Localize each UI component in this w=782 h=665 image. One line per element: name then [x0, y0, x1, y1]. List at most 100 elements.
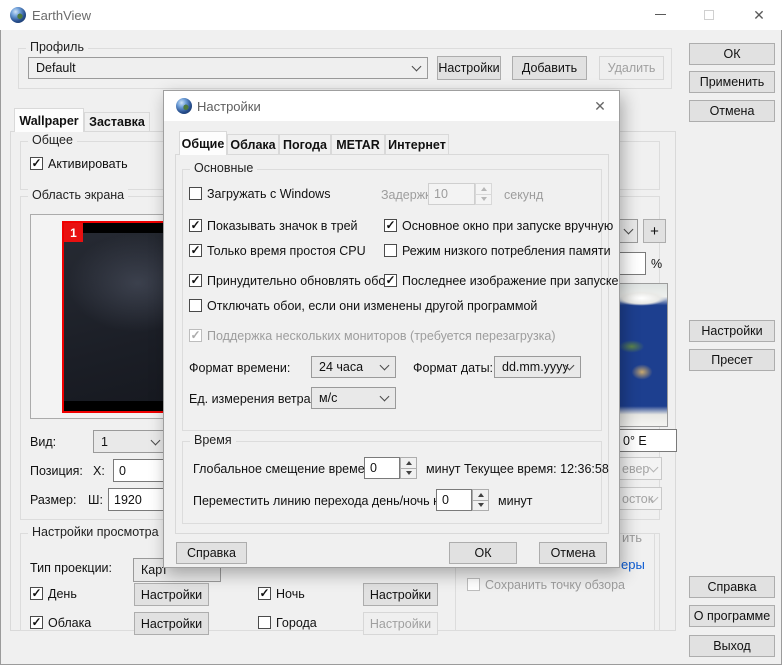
day-checkbox[interactable]: [30, 586, 43, 600]
profile-add-button[interactable]: Добавить: [512, 56, 587, 80]
dialog-cancel-button[interactable]: Отмена: [539, 542, 607, 564]
terminator-offset-value: 0: [436, 489, 472, 511]
tab-screensaver[interactable]: Заставка: [84, 112, 150, 131]
main-window-manual-label: Основное окно при запуске вручную: [402, 219, 614, 233]
main-window-manual-checkbox[interactable]: [384, 218, 397, 232]
profile-settings-button[interactable]: Настройки: [437, 56, 501, 80]
date-format-value: dd.mm.yyyy: [502, 360, 569, 374]
width-label: Ш:: [88, 493, 103, 507]
wind-unit-label: Ед. измерения ветра:: [189, 392, 315, 406]
chevron-down-icon: [648, 462, 659, 472]
coordinate-input[interactable]: 0° E: [620, 429, 677, 452]
multimonitor-label: Поддержка нескольких мониторов (требуетс…: [207, 329, 556, 343]
clouds-checkbox[interactable]: [30, 615, 43, 629]
cities-settings-button[interactable]: Настройки: [363, 612, 438, 635]
night-settings-button[interactable]: Настройки: [363, 583, 438, 606]
chevron-down-icon: [411, 61, 422, 72]
spin-down-icon[interactable]: [475, 194, 492, 205]
load-windows-label: Загружать с Windows: [207, 187, 331, 201]
save-viewpoint-checkbox[interactable]: [467, 578, 480, 591]
last-image-label: Последнее изображение при запуске: [402, 274, 619, 288]
settings-button[interactable]: Настройки: [689, 320, 775, 342]
spin-up-icon[interactable]: [475, 183, 492, 195]
time-format-combobox[interactable]: 24 часа: [311, 356, 396, 378]
cancel-button[interactable]: Отмена: [689, 100, 775, 122]
percent-label: %: [651, 257, 663, 271]
profile-value: Default: [36, 61, 76, 75]
spin-down-icon[interactable]: [472, 500, 489, 511]
time-format-label: Формат времени:: [189, 361, 291, 375]
view-value: 1: [101, 434, 108, 449]
general-group-label: Общее: [28, 134, 77, 147]
delay-value: 10: [428, 183, 475, 205]
dialog-tab-clouds[interactable]: Облака: [227, 134, 279, 154]
night-checkbox[interactable]: [258, 586, 271, 600]
screen-area-group-label: Область экрана: [28, 189, 129, 202]
disable-changed-checkbox[interactable]: [189, 299, 202, 312]
dialog-time-group: [182, 441, 602, 524]
delay-spinner[interactable]: 10: [428, 183, 492, 205]
disable-changed-label: Отключать обои, если они изменены другой…: [207, 299, 538, 313]
minimize-icon[interactable]: [655, 14, 666, 15]
map-thumbnail[interactable]: [614, 283, 668, 427]
date-format-combobox[interactable]: dd.mm.yyyy: [494, 356, 581, 378]
dialog-tab-metar[interactable]: METAR: [331, 134, 385, 154]
tray-label: Показывать значок в трей: [207, 219, 358, 233]
terminator-offset-spinner[interactable]: 0: [436, 489, 489, 511]
time-offset-spinner[interactable]: 0: [364, 457, 417, 479]
load-windows-checkbox[interactable]: [189, 187, 202, 200]
dialog-tab-general[interactable]: Общие: [179, 131, 227, 155]
preset-button[interactable]: Пресет: [689, 349, 775, 371]
ok-button[interactable]: ОК: [689, 43, 775, 65]
link-fragment[interactable]: еры: [621, 558, 645, 572]
view-settings-group-label: Настройки просмотра: [28, 526, 163, 539]
tab-wallpaper[interactable]: Wallpaper: [14, 108, 84, 132]
exit-button[interactable]: Выход: [689, 635, 775, 657]
spin-up-icon[interactable]: [472, 489, 489, 501]
dialog-tab-weather[interactable]: Погода: [279, 134, 331, 154]
cpu-idle-checkbox[interactable]: [189, 243, 202, 257]
profile-combobox[interactable]: Default: [28, 57, 428, 79]
spin-down-icon[interactable]: [400, 468, 417, 479]
settings-dialog: Настройки ✕ Общие Облака Погода METAR Ин…: [163, 90, 620, 568]
dialog-ok-button[interactable]: ОК: [449, 542, 517, 564]
percent-input-fragment[interactable]: [620, 252, 646, 275]
position-label: Позиция:: [30, 464, 83, 478]
dialog-tab-internet[interactable]: Интернет: [385, 134, 449, 154]
add-view-button[interactable]: +: [643, 219, 666, 243]
clouds-settings-button[interactable]: Настройки: [134, 612, 209, 635]
east-combobox-fragment[interactable]: осток: [620, 487, 662, 510]
profile-group-label: Профиль: [26, 41, 88, 54]
apply-button[interactable]: Применить: [689, 71, 775, 93]
low-memory-checkbox[interactable]: [384, 244, 397, 257]
time-offset-label: Глобальное смещение времени:: [193, 462, 383, 476]
north-combobox-fragment[interactable]: евер: [620, 457, 662, 480]
wind-unit-combobox[interactable]: м/с: [311, 387, 396, 409]
spin-up-icon[interactable]: [400, 457, 417, 469]
force-update-checkbox[interactable]: [189, 273, 202, 287]
dialog-title: Настройки: [197, 99, 261, 114]
tray-checkbox[interactable]: [189, 218, 202, 232]
profile-remove-button[interactable]: Удалить: [599, 56, 664, 80]
dialog-globe-icon: [176, 98, 192, 114]
close-icon[interactable]: ✕: [751, 6, 767, 24]
view-combobox[interactable]: 1: [93, 430, 167, 453]
dialog-help-button[interactable]: Справка: [176, 542, 247, 564]
chevron-down-icon: [379, 391, 390, 402]
dialog-close-icon[interactable]: ✕: [585, 97, 615, 115]
app-window: EarthView ✕ Профиль Default Настройки До…: [0, 0, 782, 665]
multimonitor-checkbox[interactable]: [189, 328, 202, 342]
last-image-checkbox[interactable]: [384, 273, 397, 287]
cities-checkbox[interactable]: [258, 616, 271, 629]
help-button[interactable]: Справка: [689, 576, 775, 598]
current-time-label: Текущее время: 12:36:58: [464, 462, 609, 476]
night-label: Ночь: [276, 587, 305, 601]
dialog-time-group-label: Время: [190, 434, 236, 447]
day-settings-button[interactable]: Настройки: [134, 583, 209, 606]
terminator-offset-label: Переместить линию перехода день/ночь на:: [193, 494, 451, 508]
maximize-icon[interactable]: [704, 10, 714, 20]
about-button[interactable]: О программе: [689, 605, 775, 627]
zoom-combobox-fragment[interactable]: [620, 219, 638, 243]
activate-checkbox[interactable]: [30, 156, 43, 170]
dialog-main-group-label: Основные: [190, 162, 258, 175]
